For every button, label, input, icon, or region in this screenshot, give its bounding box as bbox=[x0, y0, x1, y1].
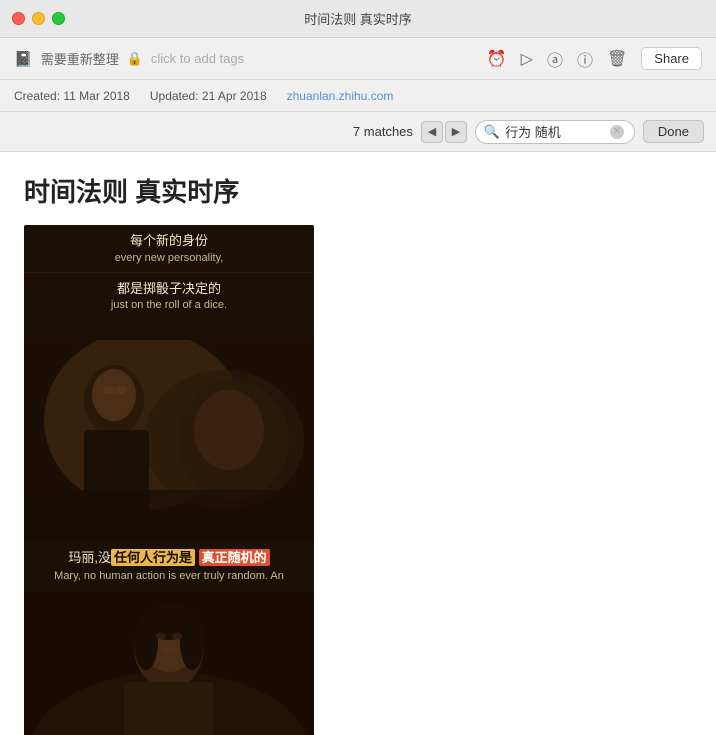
titlebar: 时间法则 真实时序 bbox=[0, 0, 716, 38]
info-icon[interactable]: ⓘ bbox=[577, 47, 593, 71]
subtitle-en-1: every new personality, bbox=[34, 251, 304, 266]
close-button[interactable] bbox=[12, 12, 25, 25]
search-input[interactable] bbox=[505, 124, 605, 139]
tag-placeholder[interactable]: click to add tags bbox=[151, 51, 244, 66]
notebook-icon: 📓 bbox=[14, 50, 33, 68]
toolbar-primary: 📓 需要重新整理 🔒 click to add tags ⏰ ▷ ⓐ ⓘ 🗑 S… bbox=[0, 38, 716, 80]
frame-middle bbox=[24, 340, 314, 540]
next-match-button[interactable]: ▶ bbox=[445, 121, 467, 143]
scene-illustration bbox=[24, 340, 314, 540]
toolbar-metadata: Created: 11 Mar 2018 Updated: 21 Apr 201… bbox=[0, 80, 716, 112]
prev-match-button[interactable]: ◀ bbox=[421, 121, 443, 143]
share-button[interactable]: Share bbox=[641, 47, 702, 70]
highlight-1: 任何人行为是 bbox=[111, 549, 195, 566]
frame-woman bbox=[24, 592, 314, 735]
window-controls bbox=[12, 12, 65, 25]
subtitle-zh-highlight: 玛丽,没任何人行为是 真正随机的 bbox=[34, 548, 304, 569]
matches-count: 7 bbox=[353, 124, 360, 139]
clear-search-button[interactable]: ✕ bbox=[610, 125, 624, 139]
article-title: 时间法则 真实时序 bbox=[24, 172, 692, 209]
woman-illustration bbox=[24, 592, 314, 735]
subtitle-block-2: 都是掷骰子决定的 just on the roll of a dice. bbox=[24, 273, 314, 320]
frame-top bbox=[24, 320, 314, 340]
maximize-button[interactable] bbox=[52, 12, 65, 25]
window-title: 时间法则 真实时序 bbox=[304, 9, 412, 28]
highlight-2: 真正随机的 bbox=[199, 549, 270, 566]
toolbar-right: ⏰ ▷ ⓐ ⓘ 🗑 Share bbox=[487, 47, 702, 71]
subtitle-block-1: 每个新的身份 every new personality, bbox=[24, 225, 314, 272]
toolbar-left: 📓 需要重新整理 🔒 click to add tags bbox=[14, 49, 244, 68]
subtitle-en-2: just on the roll of a dice. bbox=[34, 298, 304, 313]
subtitle-en-highlight: Mary, no human action is ever truly rand… bbox=[34, 569, 304, 584]
subtitle-block-highlight: 玛丽,没任何人行为是 真正随机的 Mary, no human action i… bbox=[24, 540, 314, 592]
trash-icon[interactable]: 🗑 bbox=[607, 49, 627, 69]
lock-icon: 🔒 bbox=[127, 51, 143, 67]
at-icon[interactable]: ⓐ bbox=[547, 47, 563, 71]
video-frame: 每个新的身份 every new personality, 都是掷骰子决定的 j… bbox=[24, 225, 314, 735]
main-content: 时间法则 真实时序 每个新的身份 every new personality, … bbox=[0, 152, 716, 735]
matches-text: matches bbox=[364, 124, 413, 139]
alarm-icon[interactable]: ⏰ bbox=[487, 49, 507, 69]
source-url[interactable]: zhuanlan.zhihu.com bbox=[287, 89, 394, 103]
created-date: Created: 11 Mar 2018 bbox=[14, 89, 130, 103]
search-icon: 🔍 bbox=[484, 124, 500, 140]
matches-label: 7 matches bbox=[353, 124, 413, 139]
notebook-label: 需要重新整理 bbox=[41, 49, 119, 68]
subtitle-zh-2: 都是掷骰子决定的 bbox=[34, 279, 304, 299]
subtitle-zh-1: 每个新的身份 bbox=[34, 231, 304, 251]
search-input-container: 🔍 ✕ bbox=[475, 120, 635, 144]
updated-date: Updated: 21 Apr 2018 bbox=[150, 89, 267, 103]
minimize-button[interactable] bbox=[32, 12, 45, 25]
match-navigation: ◀ ▶ bbox=[421, 121, 467, 143]
done-button[interactable]: Done bbox=[643, 120, 704, 143]
present-icon[interactable]: ▷ bbox=[521, 49, 533, 69]
search-bar: 7 matches ◀ ▶ 🔍 ✕ Done bbox=[0, 112, 716, 152]
